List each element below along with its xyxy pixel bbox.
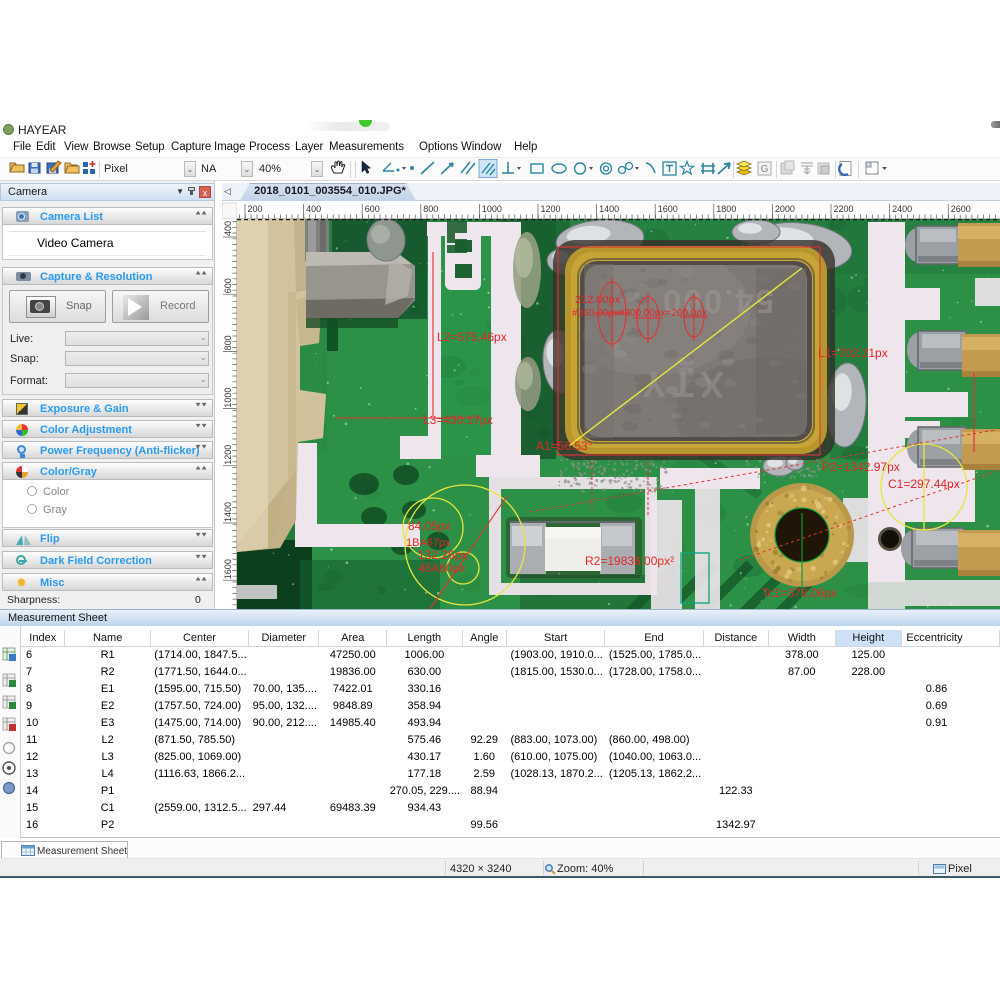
svg-text:600: 600 bbox=[223, 278, 233, 293]
svg-text:1600: 1600 bbox=[658, 204, 678, 214]
svg-text:L2=575.46px: L2=575.46px bbox=[437, 330, 507, 344]
svg-text:L3=430.17px: L3=430.17px bbox=[423, 413, 493, 427]
svg-text:2600: 2600 bbox=[951, 204, 971, 214]
svg-text:A1=56.53°: A1=56.53° bbox=[536, 439, 593, 453]
svg-text:G: G bbox=[761, 164, 769, 175]
svg-text:1200: 1200 bbox=[223, 445, 233, 465]
svg-text:132.26px: 132.26px bbox=[418, 548, 467, 562]
svg-text:1000: 1000 bbox=[223, 388, 233, 408]
svg-text:Tc1=378.06px: Tc1=378.06px bbox=[762, 586, 837, 600]
svg-text:#360.00px#300.00px=200.0px: #360.00px#300.00px=200.0px bbox=[572, 308, 707, 319]
svg-text:2400: 2400 bbox=[892, 204, 912, 214]
svg-text:800: 800 bbox=[223, 335, 233, 350]
svg-text:400: 400 bbox=[223, 221, 233, 236]
svg-text:L1=702.21px: L1=702.21px bbox=[818, 346, 888, 360]
svg-text:84.05px: 84.05px bbox=[408, 519, 451, 533]
svg-text:200: 200 bbox=[248, 204, 263, 214]
svg-text:2000: 2000 bbox=[775, 204, 795, 214]
svg-text:400: 400 bbox=[306, 204, 321, 214]
svg-text:800: 800 bbox=[423, 204, 438, 214]
svg-text:212.00px: 212.00px bbox=[575, 294, 621, 306]
svg-text:1400: 1400 bbox=[223, 502, 233, 522]
svg-text:1600: 1600 bbox=[223, 559, 233, 579]
svg-text:46A60px: 46A60px bbox=[418, 561, 465, 575]
svg-text:R2=19836.00px²: R2=19836.00px² bbox=[585, 554, 674, 568]
svg-text:P2=1342.97px: P2=1342.97px bbox=[822, 460, 900, 474]
svg-text:2200: 2200 bbox=[834, 204, 854, 214]
svg-text:C1=297.44px: C1=297.44px bbox=[888, 477, 960, 491]
svg-text:1000: 1000 bbox=[482, 204, 502, 214]
svg-text:1400: 1400 bbox=[599, 204, 619, 214]
svg-text:1200: 1200 bbox=[541, 204, 561, 214]
svg-text:600: 600 bbox=[365, 204, 380, 214]
svg-text:1800: 1800 bbox=[716, 204, 736, 214]
